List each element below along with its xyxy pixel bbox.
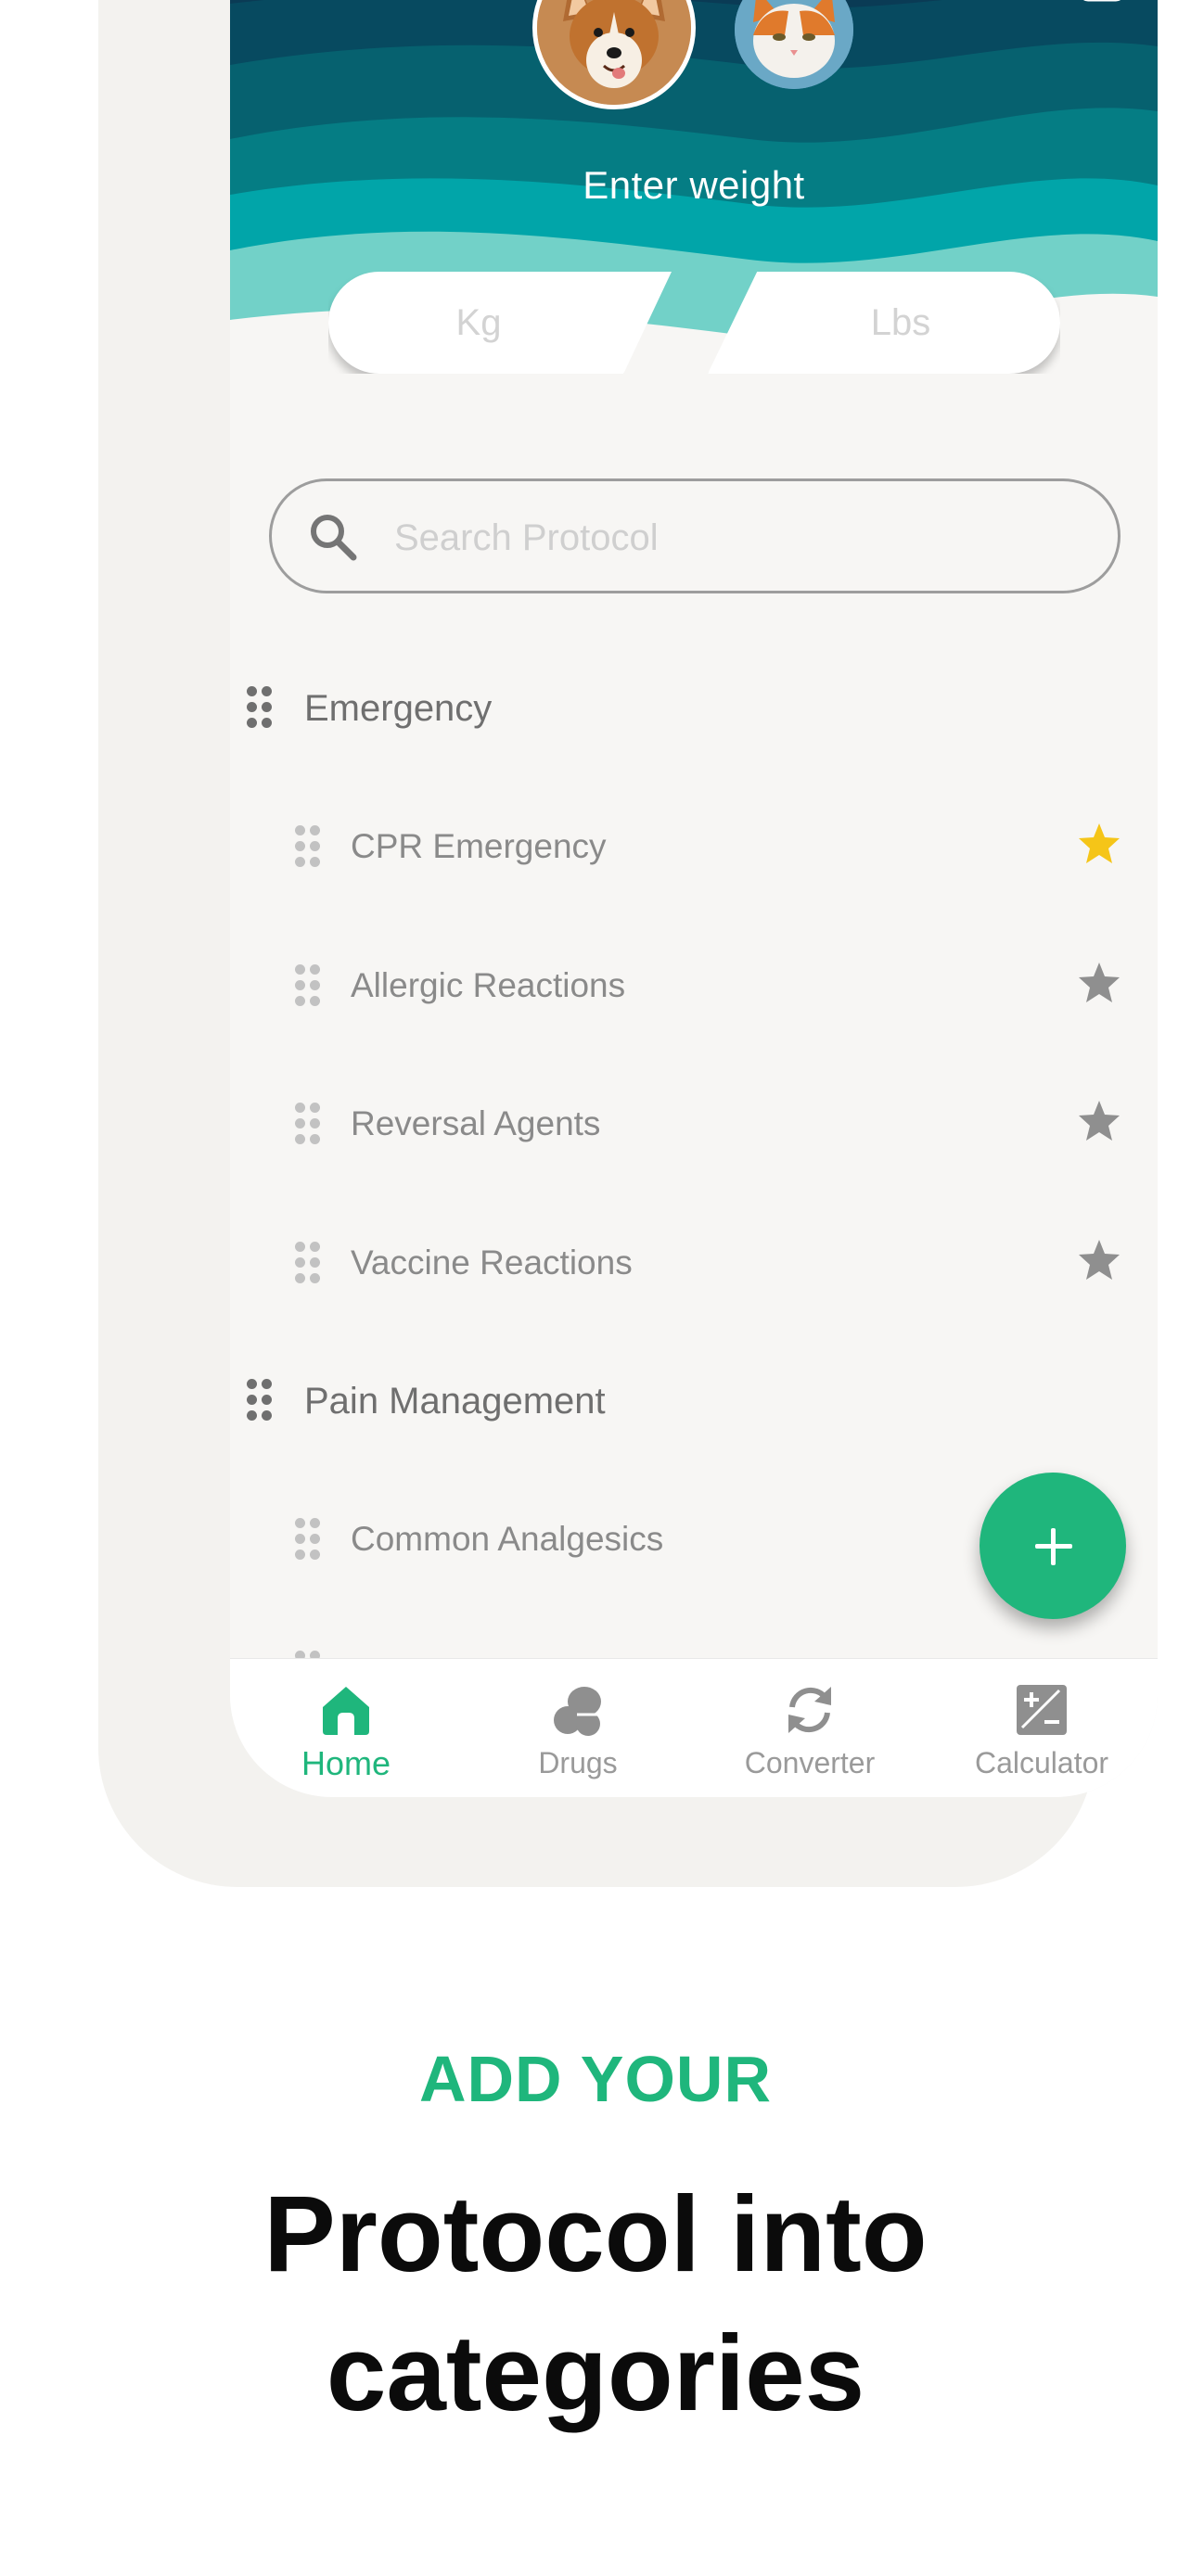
nav-calculator-label: Calculator: [974, 1746, 1109, 1779]
search-input[interactable]: [392, 502, 1082, 574]
drag-handle-icon[interactable]: [295, 964, 321, 1009]
protocol-title: CPR Emergency: [351, 827, 607, 865]
add-protocol-button[interactable]: [980, 1473, 1126, 1619]
drag-handle-icon[interactable]: [295, 1103, 321, 1147]
protocol-title: Vaccine Reactions: [351, 1243, 633, 1282]
protocol-item-vaccine-reactions[interactable]: Vaccine Reactions: [230, 1240, 1158, 1353]
nav-home-label: Home: [301, 1744, 391, 1782]
search-bar[interactable]: [269, 478, 1121, 593]
app-screen: Enter weight Kg Lbs Emergency: [230, 0, 1158, 1797]
nav-drugs-label: Drugs: [538, 1746, 618, 1779]
category-row-emergency[interactable]: Emergency: [230, 686, 1158, 797]
phone-frame: Enter weight Kg Lbs Emergency: [98, 0, 1158, 1887]
dog-icon: [537, 0, 691, 105]
star-favorite-icon[interactable]: [1076, 822, 1122, 866]
protocol-item-cpr-emergency[interactable]: CPR Emergency: [230, 822, 1158, 937]
nav-home[interactable]: Home: [230, 1659, 462, 1797]
lbs-placeholder: Lbs: [870, 301, 931, 343]
drag-handle-icon[interactable]: [247, 686, 273, 731]
drag-handle-icon[interactable]: [295, 1242, 321, 1286]
star-icon[interactable]: [1076, 961, 1122, 1005]
pills-icon: [554, 1687, 601, 1736]
drag-handle-icon[interactable]: [295, 825, 321, 870]
protocol-title: Reversal Agents: [351, 1104, 601, 1142]
weight-header: Enter weight Kg Lbs: [230, 0, 1158, 380]
bottom-navigation: Home Drugs Converter Calculator: [230, 1658, 1158, 1797]
protocol-title: Allergic Reactions: [351, 966, 626, 1004]
weight-lbs-input[interactable]: Lbs: [708, 272, 1060, 374]
nav-drugs[interactable]: Drugs: [462, 1659, 694, 1797]
category-title: Pain Management: [304, 1381, 606, 1422]
home-icon: [323, 1687, 369, 1735]
nav-calculator[interactable]: Calculator: [926, 1659, 1158, 1797]
refresh-icon: [788, 1687, 831, 1733]
enter-weight-title: Enter weight: [583, 163, 805, 207]
drag-handle-icon[interactable]: [247, 1379, 273, 1423]
protocol-title: Common Analgesics: [351, 1520, 664, 1558]
protocol-item-reversal-agents[interactable]: Reversal Agents: [230, 1101, 1158, 1214]
headline-line-2: categories: [326, 2313, 865, 2433]
category-title: Emergency: [304, 688, 493, 729]
calculator-icon: [1017, 1685, 1067, 1735]
nav-converter-label: Converter: [744, 1746, 876, 1779]
protocol-item-allergic-reactions[interactable]: Allergic Reactions: [230, 961, 1158, 1076]
nav-converter[interactable]: Converter: [694, 1659, 926, 1797]
weight-kg-input[interactable]: Kg: [328, 272, 672, 374]
category-row-pain-management[interactable]: Pain Management: [230, 1379, 1158, 1490]
document-icon[interactable]: [1078, 0, 1126, 2]
main-headline: Protocol into categories: [0, 2164, 1191, 2442]
star-icon[interactable]: [1076, 1238, 1122, 1282]
eyebrow-heading: ADD YOUR: [418, 2043, 773, 2115]
kg-placeholder: Kg: [455, 301, 502, 343]
headline-line-1: Protocol into: [263, 2174, 928, 2294]
search-icon: [311, 515, 357, 561]
drag-handle-icon[interactable]: [295, 1518, 321, 1562]
star-icon[interactable]: [1076, 1099, 1122, 1143]
